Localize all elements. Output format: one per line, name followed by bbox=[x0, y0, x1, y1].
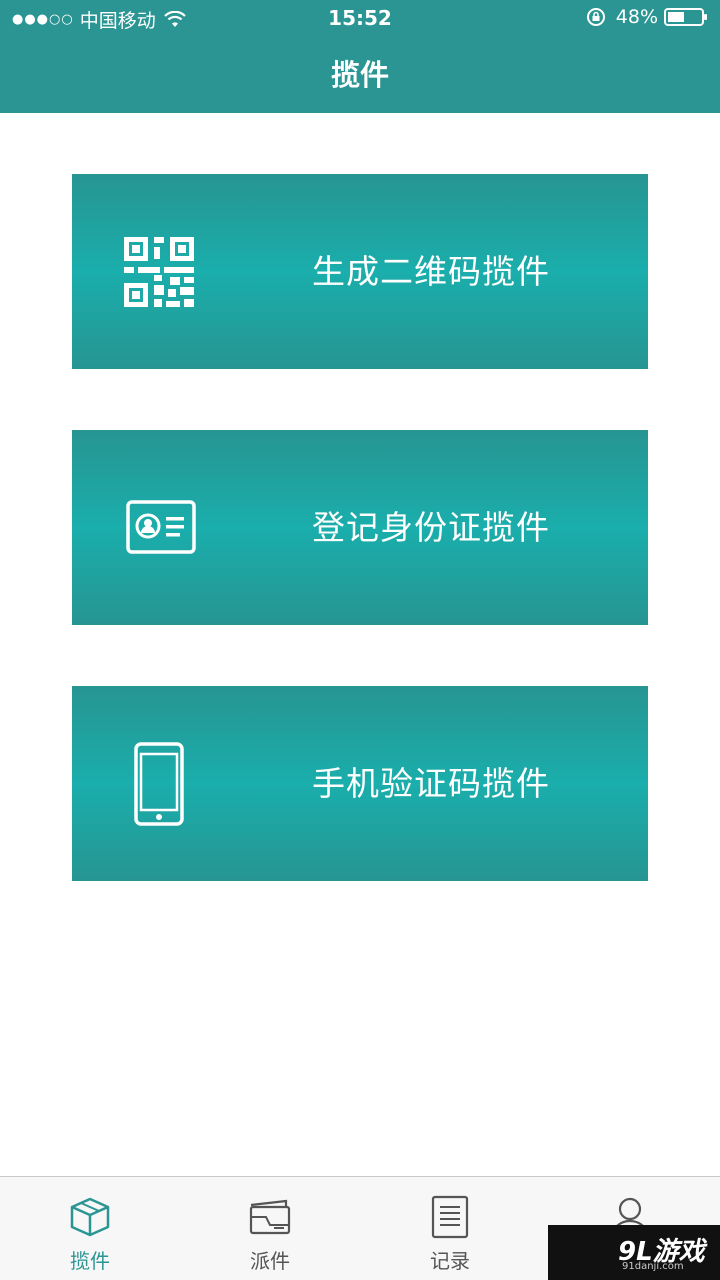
page-title: 揽件 bbox=[330, 58, 389, 92]
tab-label: 记录 bbox=[430, 1249, 470, 1273]
register-id-card-button[interactable]: 登记身份证揽件 bbox=[72, 430, 648, 625]
site-watermark: 9L游戏 91danji.com bbox=[548, 1225, 720, 1280]
tab-label: 揽件 bbox=[70, 1249, 110, 1273]
tab-dispatch[interactable]: 派件 bbox=[180, 1177, 360, 1280]
header-bar: ●●●○○ 中国移动 15:52 48% 揽件 bbox=[0, 0, 720, 113]
battery-icon bbox=[664, 8, 707, 26]
tab-collect[interactable]: 揽件 bbox=[0, 1177, 180, 1280]
id-card-icon bbox=[126, 500, 196, 554]
watermark-url: 91danji.com bbox=[622, 1261, 684, 1272]
status-bar: ●●●○○ 中国移动 15:52 48% bbox=[0, 0, 720, 38]
option-label: 登记身份证揽件 bbox=[312, 508, 550, 547]
mobile-phone-icon bbox=[134, 742, 184, 826]
status-right: 48% bbox=[586, 6, 708, 28]
option-label: 手机验证码揽件 bbox=[312, 764, 550, 803]
battery-percentage: 48% bbox=[615, 6, 658, 28]
generate-qr-code-button[interactable]: 生成二维码揽件 bbox=[72, 174, 648, 369]
document-list-icon bbox=[431, 1195, 469, 1239]
package-box-icon bbox=[70, 1197, 110, 1237]
rotation-lock-icon bbox=[586, 8, 605, 26]
option-label: 生成二维码揽件 bbox=[312, 252, 550, 291]
mobile-verification-button[interactable]: 手机验证码揽件 bbox=[72, 686, 648, 881]
delivery-folder-icon bbox=[249, 1199, 291, 1235]
tab-label: 派件 bbox=[250, 1249, 290, 1273]
qr-code-icon bbox=[124, 237, 194, 307]
tab-records[interactable]: 记录 bbox=[360, 1177, 540, 1280]
